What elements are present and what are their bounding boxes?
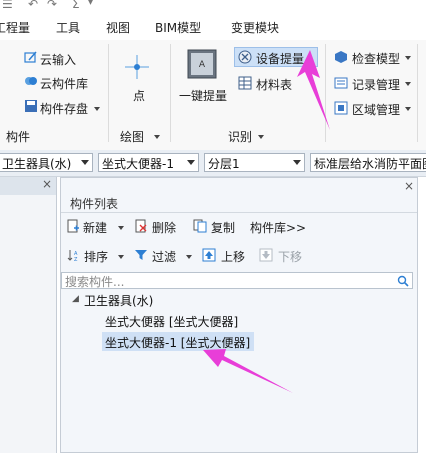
region-management-button[interactable]: 区域管理	[352, 101, 400, 118]
sum-icon[interactable]: Σ	[72, 0, 80, 11]
category-select-value: 卫生器具(水)	[2, 157, 72, 171]
tree-collapse-icon[interactable]: ◢	[72, 294, 79, 304]
chevron-down-icon[interactable]	[154, 135, 160, 139]
device-quantity-button[interactable]: 设备提量	[256, 50, 304, 67]
search-placeholder: 搜索构件...	[65, 275, 125, 289]
move-up-button[interactable]: 上移	[221, 248, 245, 265]
point-draw-icon[interactable]	[124, 54, 150, 80]
menu-item-tools[interactable]: 工具	[56, 19, 80, 36]
svg-text:A: A	[199, 60, 206, 70]
group-divider	[108, 44, 109, 142]
region-management-icon	[334, 101, 348, 115]
material-table-icon	[238, 76, 252, 90]
tree-root[interactable]: 卫生器具(水)	[84, 292, 153, 309]
chevron-down-icon[interactable]	[405, 107, 411, 111]
menu-item-view[interactable]: 视图	[106, 19, 130, 36]
device-quantity-icon	[238, 50, 252, 64]
menu-item-bim-model[interactable]: BIM模型	[155, 19, 201, 36]
component-library-button[interactable]: 构件库>>	[250, 219, 306, 236]
category-select[interactable]: 卫生器具(水)	[0, 153, 93, 172]
copy-button[interactable]: 复制	[211, 219, 235, 236]
left-panel: ×	[0, 177, 57, 453]
move-down-button[interactable]: 下移	[278, 248, 302, 265]
search-input[interactable]: 搜索构件...	[61, 272, 413, 289]
cloud-library-button[interactable]: 云构件库	[40, 75, 88, 92]
chevron-down-icon	[187, 160, 195, 165]
selector-bar: 卫生器具(水) 坐式大便器-1 分层1 标准层给水消防平面图	[0, 150, 426, 177]
new-icon	[67, 219, 79, 233]
cloud-library-icon	[25, 77, 37, 85]
tree-item-selected[interactable]: 坐式大便器-1 [坐式大便器]	[105, 334, 250, 351]
delete-icon	[135, 219, 147, 233]
record-management-icon	[334, 77, 348, 89]
point-draw-button[interactable]: 点	[133, 87, 145, 104]
chevron-down-icon[interactable]	[258, 135, 264, 139]
sort-icon: AZ	[67, 250, 78, 262]
chevron-down-icon	[293, 160, 301, 165]
menu-item-change-module[interactable]: 变更模块	[231, 19, 279, 36]
chevron-down-icon[interactable]	[118, 226, 124, 230]
chevron-down-icon[interactable]	[94, 107, 100, 111]
group-label-draw: 绘图	[120, 130, 145, 144]
group-divider	[325, 44, 326, 142]
close-icon[interactable]: ×	[42, 177, 52, 191]
check-model-icon	[335, 51, 347, 63]
redo-icon[interactable]: ↷	[47, 0, 57, 11]
chevron-down-icon[interactable]	[405, 82, 411, 86]
menu-bar: 工程量 工具 视图 BIM模型 变更模块	[0, 14, 426, 41]
material-table-button[interactable]: 材料表	[256, 76, 292, 93]
one-click-quantity-button[interactable]: 一键提量	[179, 87, 227, 104]
cloud-input-button[interactable]: 云输入	[40, 51, 76, 68]
check-model-button[interactable]: 检查模型	[352, 50, 400, 67]
delete-button[interactable]: 删除	[152, 219, 176, 236]
menu-item-quantity[interactable]: 工程量	[0, 19, 30, 36]
quick-access-icon[interactable]: ☰	[2, 0, 13, 11]
layer-select[interactable]: 分层1	[204, 153, 305, 172]
close-icon[interactable]: ×	[404, 179, 414, 193]
move-down-icon	[259, 248, 273, 262]
copy-icon	[193, 219, 207, 233]
component-save-icon	[25, 100, 37, 112]
dropdown-icon[interactable]: ▾	[88, 0, 93, 8]
group-label-identify: 识别	[228, 130, 253, 144]
cloud-input-icon	[24, 51, 37, 63]
filter-icon	[135, 250, 147, 260]
new-button[interactable]: 新建	[83, 219, 107, 236]
ribbon: 云输入 云构件库 构件存盘 构件 点 绘图 A 一键提量 设备提量 材料表 识别	[0, 40, 426, 151]
tree-item[interactable]: 坐式大便器 [坐式大便器]	[105, 313, 238, 330]
chevron-down-icon[interactable]	[118, 255, 124, 259]
title-bar: ☰ ↶ ↷ Σ ▾	[0, 0, 426, 14]
chevron-down-icon[interactable]	[186, 255, 192, 259]
group-divider	[417, 44, 418, 142]
drawing-select[interactable]: 标准层给水消防平面图	[310, 153, 426, 172]
divider	[61, 212, 417, 213]
panel-title: 构件列表	[70, 197, 119, 211]
component-save-button[interactable]: 构件存盘	[40, 100, 88, 117]
chevron-down-icon[interactable]	[405, 56, 411, 60]
search-icon[interactable]	[397, 275, 409, 287]
group-label-component: 构件	[6, 130, 31, 144]
chevron-down-icon	[81, 160, 89, 165]
undo-icon[interactable]: ↶	[28, 0, 38, 11]
component-select[interactable]: 坐式大便器-1	[98, 153, 199, 172]
group-divider	[170, 44, 171, 142]
drawing-select-value: 标准层给水消防平面图	[314, 157, 426, 171]
filter-button[interactable]: 过滤	[152, 248, 176, 265]
layer-select-value: 分层1	[208, 157, 240, 171]
move-up-icon	[202, 248, 216, 262]
sort-button[interactable]: 排序	[84, 248, 108, 265]
one-click-quantity-icon[interactable]: A	[186, 48, 218, 80]
component-select-value: 坐式大便器-1	[102, 157, 174, 171]
record-management-button[interactable]: 记录管理	[352, 76, 400, 93]
svg-text:Z: Z	[74, 257, 78, 262]
